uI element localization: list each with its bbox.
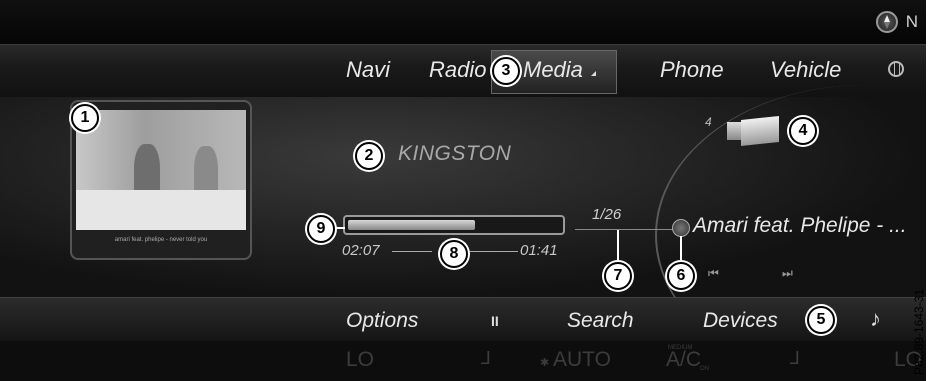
callout-6-leader: [680, 236, 682, 262]
climate-ac-state: ON: [700, 366, 709, 372]
usb-stick-connector: [727, 122, 741, 140]
device-name: KINGSTON: [398, 142, 512, 165]
menu-item-navi[interactable]: Navi: [346, 57, 390, 83]
callout-5: 5: [807, 306, 835, 334]
seat-heat-right-icon: ᒧ: [789, 348, 800, 368]
compass-label: N: [905, 12, 918, 31]
music-note-icon[interactable]: ♪: [870, 306, 881, 332]
track-progress-bar[interactable]: [343, 215, 565, 235]
album-cover-caption: amari feat. phelipe - never told you: [114, 237, 208, 243]
menu-item-media[interactable]: Media: [523, 57, 583, 83]
devices-button[interactable]: Devices: [703, 309, 778, 333]
fan-icon: ✱: [540, 357, 550, 369]
head-unit-screen: N Navi Radio Media Phone Vehicle amari f…: [0, 0, 926, 381]
track-progress-fill: [348, 220, 475, 230]
menu-item-radio[interactable]: Radio: [429, 57, 486, 83]
menu-item-phone[interactable]: Phone: [660, 57, 724, 83]
skip-back-icon[interactable]: ⏮: [708, 266, 719, 281]
callout-7-leader: [617, 230, 619, 262]
climate-ac: A/C: [666, 348, 702, 371]
usb-stick-icon[interactable]: [727, 116, 779, 146]
track-number: 1/26: [592, 206, 622, 223]
usb-stick-body: [741, 116, 779, 146]
callout-6: 6: [667, 262, 695, 290]
options-button[interactable]: Options: [346, 309, 418, 333]
callout-4: 4: [789, 117, 817, 145]
status-bar: N: [0, 0, 926, 44]
remaining-time-line: [470, 251, 518, 252]
climate-bar: [0, 341, 926, 381]
track-pointer-line: [575, 229, 680, 230]
climate-left-temp: LO: [346, 348, 375, 371]
menu-item-vehicle[interactable]: Vehicle: [770, 57, 841, 83]
elapsed-time-line: [392, 251, 432, 252]
callout-9-leader: [335, 227, 345, 229]
seat-heat-left-icon: ᒧ: [480, 348, 491, 368]
remaining-time: 01:41: [520, 242, 558, 259]
callout-1: 1: [71, 104, 99, 132]
figure-code: P82.89-1643-31: [912, 288, 926, 375]
media-menu-indicator-icon: [591, 71, 596, 76]
device-track-count: 4: [705, 115, 712, 129]
bottom-function-bar: [0, 297, 926, 342]
search-button[interactable]: Search: [567, 309, 634, 333]
callout-7: 7: [604, 262, 632, 290]
globe-icon[interactable]: [888, 61, 904, 77]
track-pointer-dot: [672, 219, 690, 237]
album-cover-bed: [76, 190, 246, 230]
callout-9: 9: [307, 215, 335, 243]
album-cover-image: [76, 110, 246, 230]
callout-2: 2: [355, 142, 383, 170]
elapsed-time: 02:07: [342, 242, 380, 259]
callout-3: 3: [492, 57, 520, 85]
pause-icon[interactable]: II: [491, 313, 499, 329]
climate-auto: AUTO: [553, 348, 611, 371]
compass-icon: [876, 11, 898, 33]
track-title[interactable]: Amari feat. Phelipe - ...: [693, 214, 907, 238]
skip-forward-icon[interactable]: ⏭: [782, 266, 793, 281]
callout-8: 8: [440, 240, 468, 268]
